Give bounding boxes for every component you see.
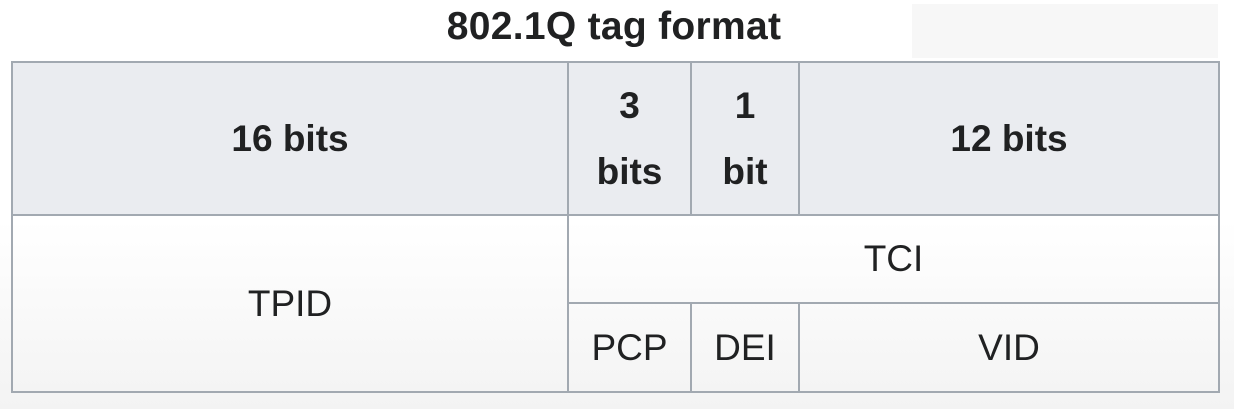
tpid-size-label: 16 bits	[231, 117, 349, 159]
dei-cell: DEI	[690, 302, 800, 393]
dei-label: DEI	[714, 326, 776, 368]
tag-format-table: 16 bits 3 bits 1 bit 12 bits TPID TCI PC…	[11, 61, 1220, 393]
pcp-size-cell: 3 bits	[567, 61, 692, 216]
field-row-upper: TPID TCI	[11, 214, 1220, 393]
vid-label: VID	[978, 326, 1040, 368]
tci-cell: TCI	[567, 214, 1220, 304]
tpid-size-cell: 16 bits	[11, 61, 569, 216]
page: 802.1Q tag format 16 bits 3 bits 1 bit 1…	[0, 0, 1234, 409]
pcp-size-unit: bits	[596, 150, 663, 192]
header-row: 16 bits 3 bits 1 bit 12 bits	[11, 61, 1220, 216]
dei-size-cell: 1 bit	[690, 61, 800, 216]
vid-cell: VID	[798, 302, 1220, 393]
tci-label: TCI	[863, 238, 924, 279]
vid-size-cell: 12 bits	[798, 61, 1220, 216]
pcp-label: PCP	[591, 326, 668, 368]
tpid-label: TPID	[247, 282, 333, 324]
pcp-size-number: 3	[619, 84, 640, 126]
table-caption: 802.1Q tag format	[446, 5, 782, 48]
dei-size-unit: bit	[722, 150, 768, 192]
vid-size-label: 12 bits	[950, 117, 1068, 159]
pcp-cell: PCP	[567, 302, 692, 393]
tpid-cell: TPID	[11, 214, 569, 393]
dei-size-number: 1	[734, 84, 756, 126]
